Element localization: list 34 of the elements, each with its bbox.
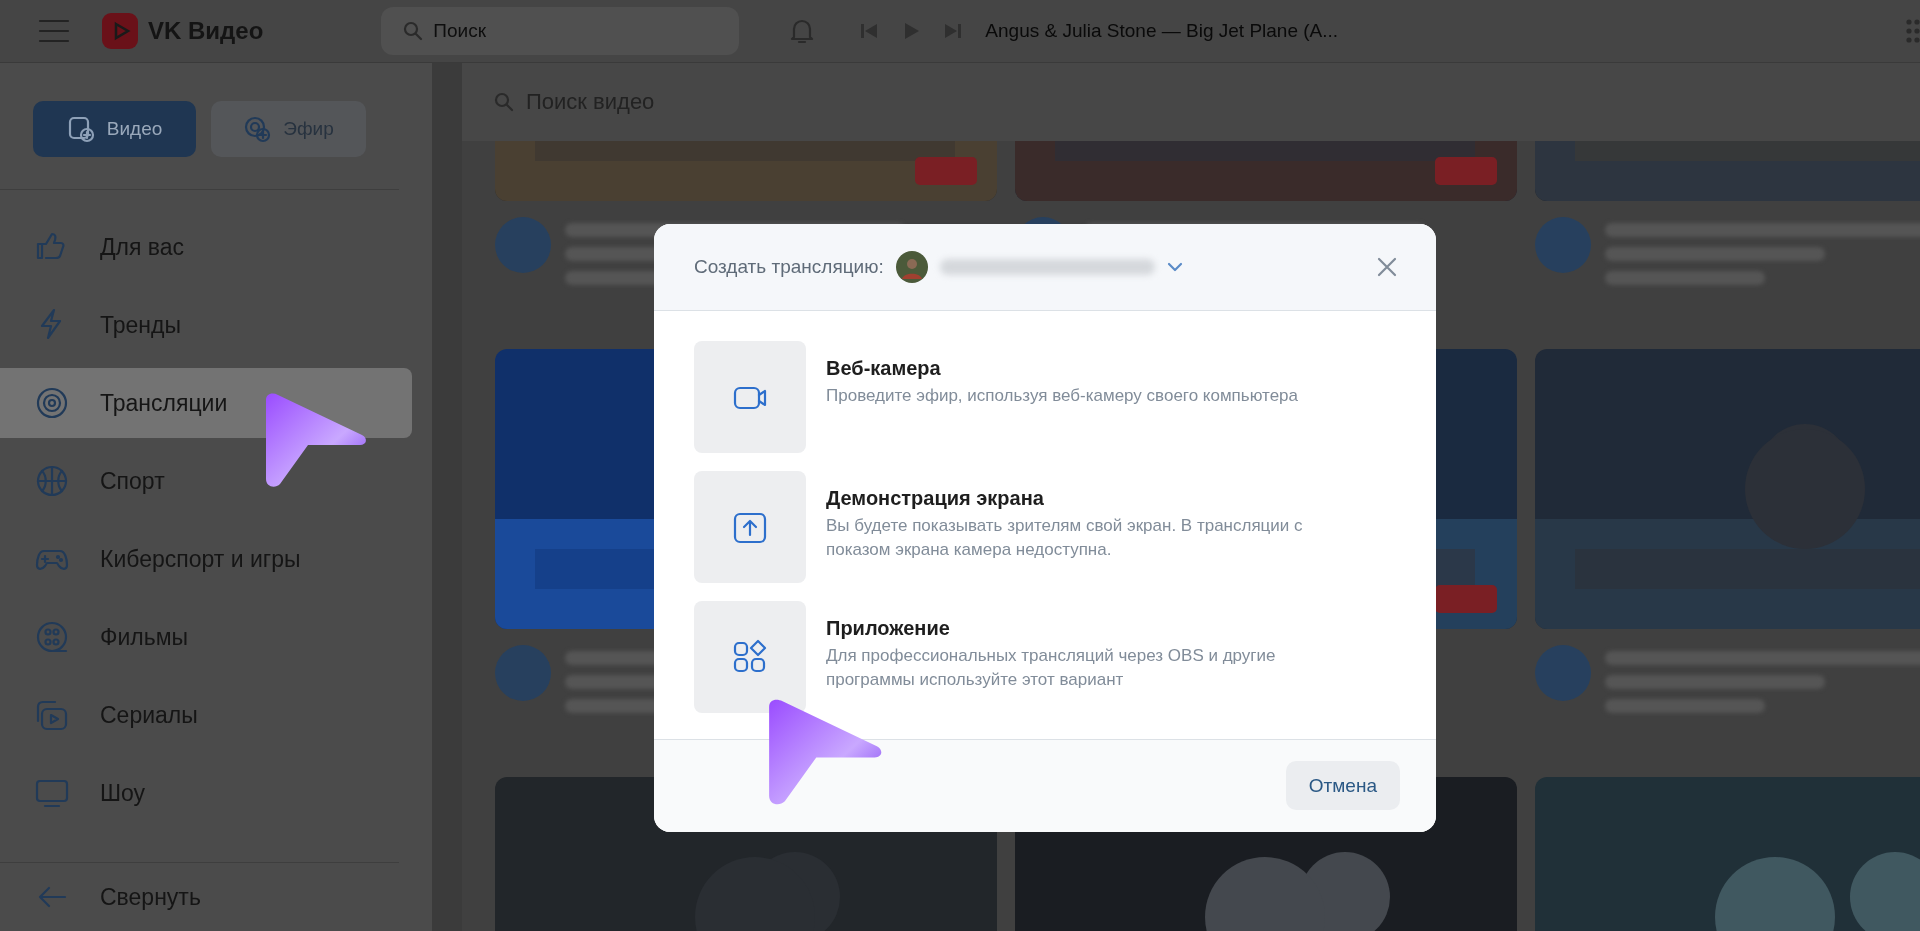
option-description: Вы будете показывать зрителям свой экран. В трансляции с показом экрана камера недоступна.: [826, 514, 1304, 561]
option-description: Проведите эфир, используя веб-камеру своего компьютера: [826, 384, 1298, 407]
option-tile[interactable]: [694, 600, 806, 713]
channel-avatar: [495, 645, 551, 701]
chevron-down-icon[interactable]: [1166, 261, 1183, 272]
now-playing-track[interactable]: Angus & Julia Stone — Big Jet Plane (A...: [985, 20, 1339, 42]
option-title[interactable]: Веб-камера: [826, 356, 1298, 380]
channel-avatar: [1535, 645, 1591, 701]
mode-tab[interactable]: Видео: [33, 101, 197, 157]
option-description: Для профессиональных трансляций через OBS и другие программы используйте этот вариант: [826, 644, 1277, 691]
search-field[interactable]: Поиск: [381, 7, 740, 55]
film-reel-icon: [34, 619, 70, 655]
video-plus-icon: [66, 115, 95, 143]
option-title[interactable]: Демонстрация экрана: [826, 486, 1326, 510]
nav-item[interactable]: Трансляции: [0, 368, 412, 438]
close-button[interactable]: [1376, 255, 1398, 278]
user-avatar[interactable]: [895, 250, 928, 283]
option-title[interactable]: Приложение: [826, 616, 1326, 640]
target-icon: [34, 385, 70, 421]
dialog-title: Создать трансляцию:: [694, 255, 884, 278]
option-tile[interactable]: [694, 340, 806, 453]
menu-icon[interactable]: [38, 19, 70, 43]
basketball-icon: [34, 463, 70, 499]
option-tile[interactable]: [694, 470, 806, 583]
close-icon: [1376, 255, 1398, 278]
blurred-user-name[interactable]: [939, 258, 1155, 275]
logo-icon[interactable]: [102, 13, 138, 49]
apps-grid-icon[interactable]: [1906, 18, 1920, 44]
channel-avatar: [1535, 217, 1591, 273]
search-icon: [494, 92, 514, 112]
broadcast-plus-icon: [243, 115, 272, 143]
search-icon: [403, 21, 424, 41]
cancel-button[interactable]: Отмена: [1285, 761, 1400, 810]
channel-avatar: [495, 217, 551, 273]
